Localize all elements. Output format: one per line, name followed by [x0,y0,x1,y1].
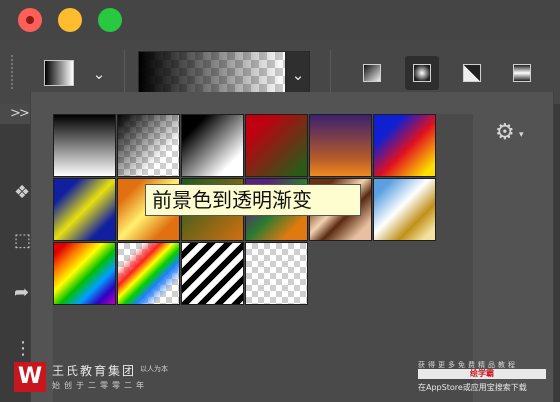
move-icon[interactable]: ❖ [14,184,30,202]
chevron-down-icon[interactable]: ⌄ [92,67,106,82]
gradient-preset[interactable] [373,114,436,177]
promo-download: 在AppStore或应用宝搜索下载 [418,383,527,392]
toolbar-divider [124,50,125,94]
linear-gradient-button[interactable] [355,56,389,90]
linear-gradient-icon [363,64,381,82]
gradient-preset[interactable] [117,242,180,305]
reflected-gradient-icon [513,64,531,82]
lasso-icon[interactable]: ➦ [14,284,29,302]
title-bar [0,0,560,40]
expand-icon: >> [10,106,30,121]
angle-gradient-icon [463,64,481,82]
gradient-picker-panel: ⚙ ▾ [30,92,554,402]
brand-founded: 始创于二零零二年 [52,381,148,390]
gradient-preset[interactable] [53,114,116,177]
toolbar-divider [330,50,331,94]
minimize-window-button[interactable] [58,8,82,32]
radial-gradient-icon [413,64,431,82]
gradient-preset[interactable] [373,178,436,241]
gradient-preset[interactable] [53,178,116,241]
brand-name: 王氏教育集团 [52,364,137,378]
radial-gradient-button[interactable] [405,56,439,90]
angle-gradient-button[interactable] [455,56,489,90]
gradient-preset[interactable] [53,242,116,305]
gradient-tool-preset-icon[interactable] [44,60,74,86]
gradient-presets-grid [53,114,473,402]
chevron-down-icon: ⌄ [291,66,305,84]
reflected-gradient-button[interactable] [505,56,539,90]
gradient-picker-dropdown[interactable]: ⌄ [286,51,310,97]
brand-slogan: 以人为本 [140,365,168,373]
preset-tooltip: 前景色到透明渐变 [145,184,361,216]
gradient-preset[interactable] [309,114,372,177]
zoom-window-button[interactable] [98,8,122,32]
brand-logo: W [14,362,46,392]
logo-glyph: W [17,364,43,389]
toolbar-grip[interactable] [10,54,14,90]
gradient-preview[interactable] [138,51,286,97]
promo-brand-box: 绘学霸 [418,369,546,379]
gradient-preset[interactable] [245,114,308,177]
close-window-button[interactable] [18,8,42,32]
gradient-preset[interactable] [181,114,244,177]
gradient-preset[interactable] [117,114,180,177]
chevron-down-icon[interactable]: ▾ [519,130,524,140]
gradient-preset[interactable] [245,242,308,305]
marquee-icon[interactable]: ⬚ [14,232,31,250]
gear-icon[interactable]: ⚙ [495,122,515,144]
gradient-preset[interactable] [181,242,244,305]
promo-brand: 绘学霸 [470,369,494,378]
